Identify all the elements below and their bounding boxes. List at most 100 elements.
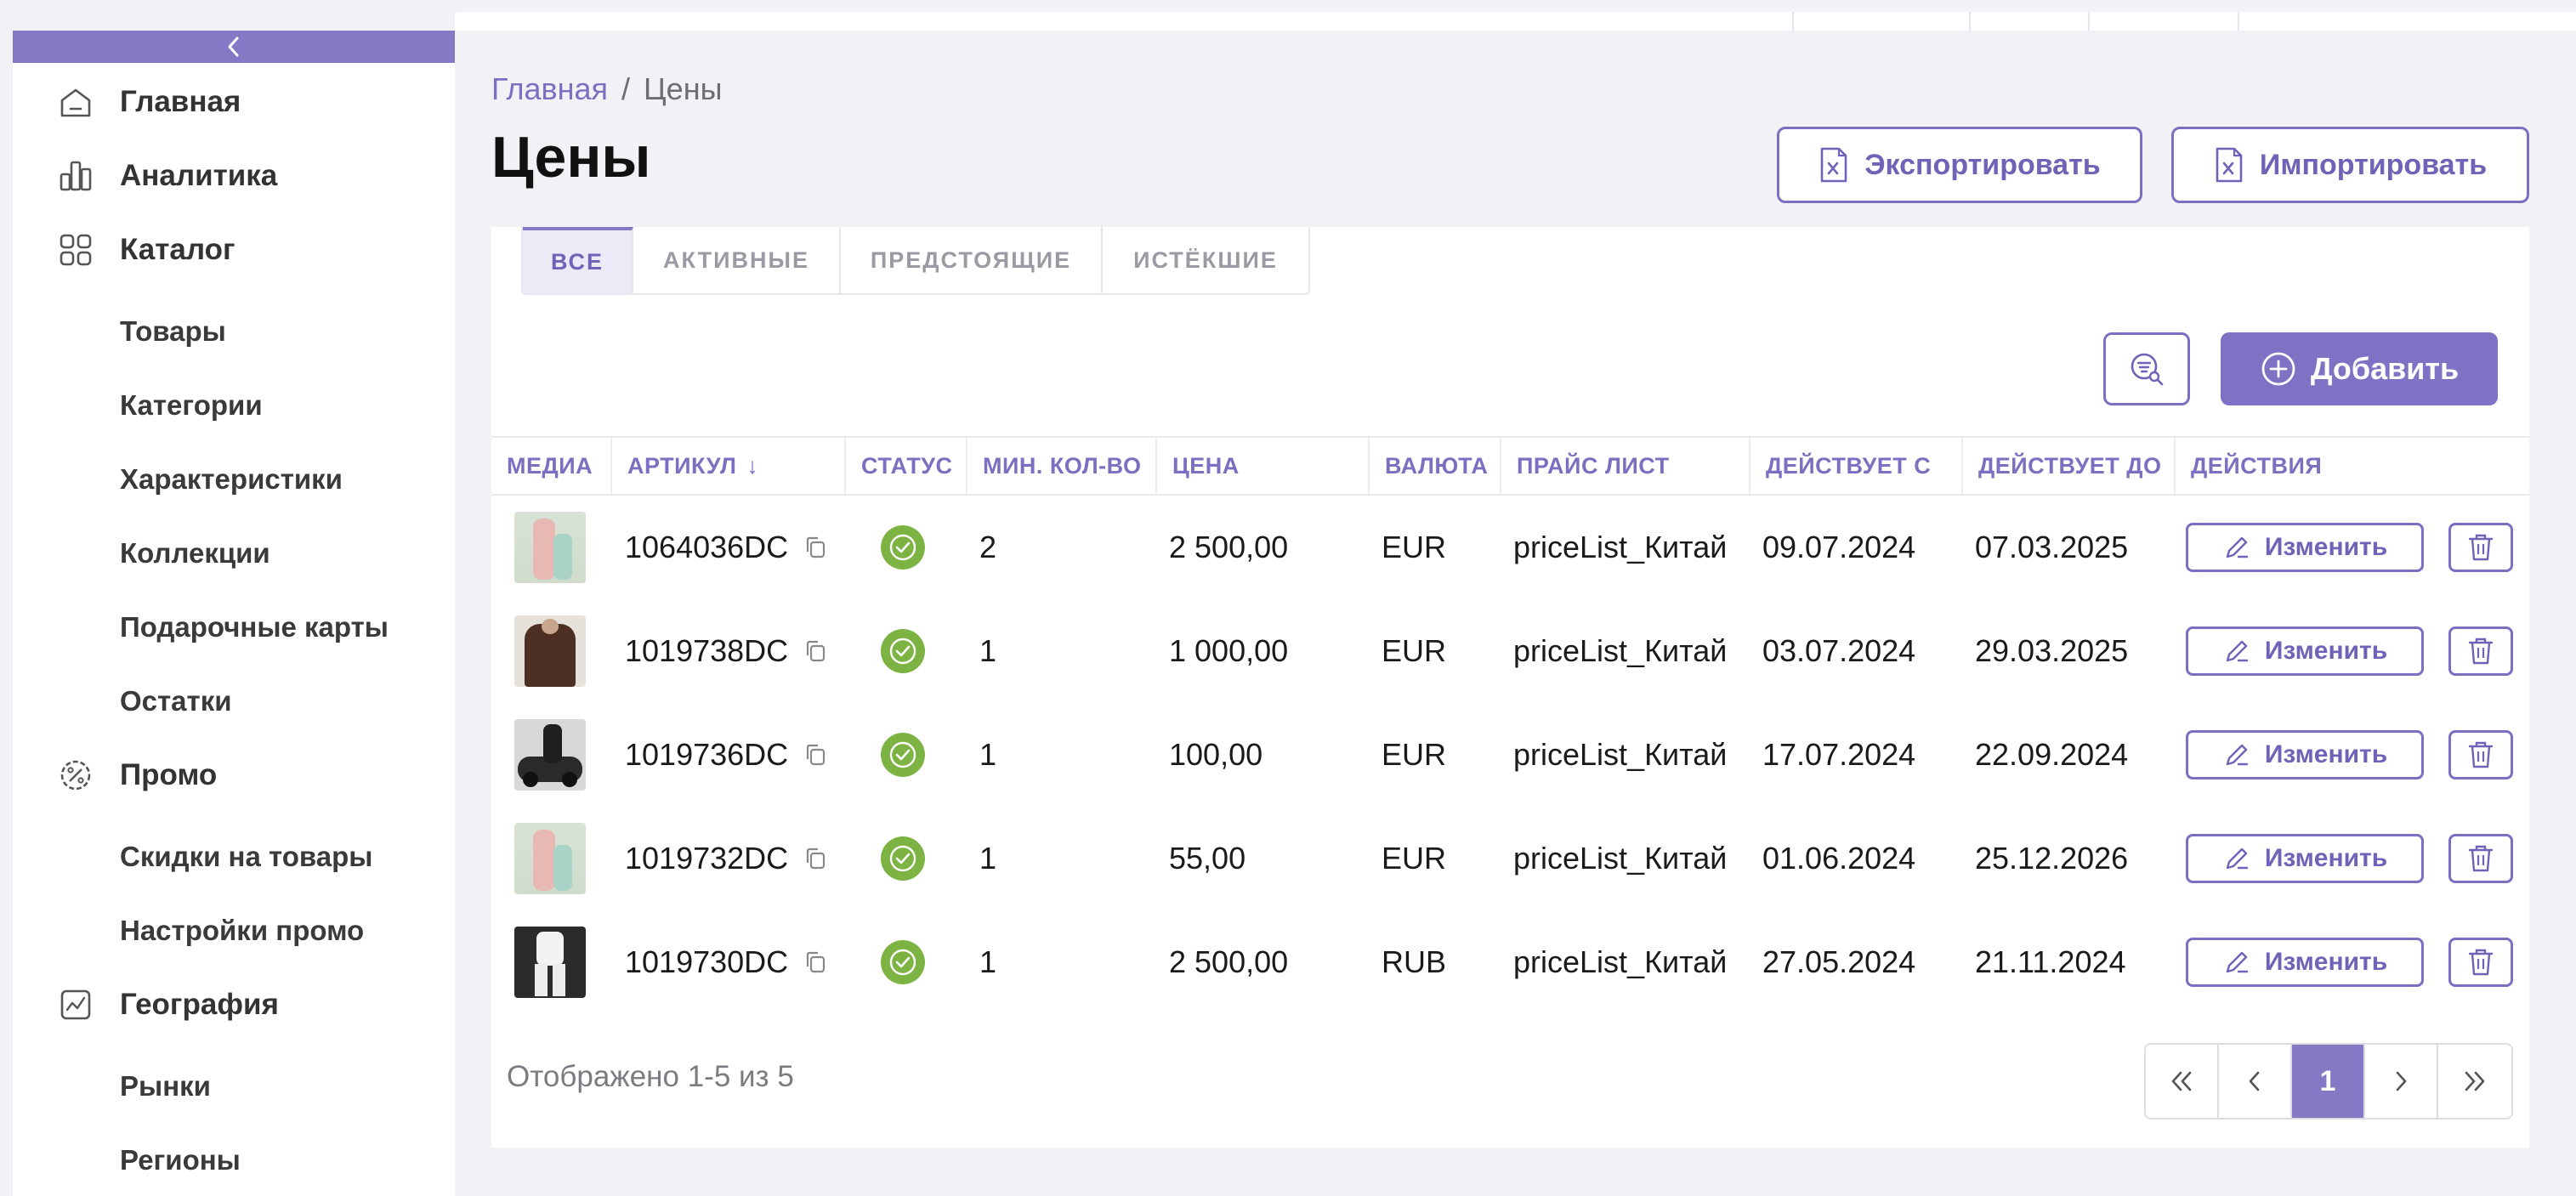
valid-from-cell: 09.07.2024 xyxy=(1762,496,1915,599)
sku-text: 1019738DC xyxy=(625,633,788,669)
product-thumbnail[interactable] xyxy=(514,927,586,998)
column-header-status: СТАТУС xyxy=(844,438,966,494)
double-chevron-right-icon xyxy=(2460,1068,2489,1094)
tab-upcoming[interactable]: ПРЕДСТОЯЩИЕ xyxy=(841,227,1103,293)
price-list-cell: priceList_Китай xyxy=(1513,599,1727,703)
sidebar-item-characteristics[interactable]: Характеристики xyxy=(13,445,455,513)
last-page-button[interactable] xyxy=(2438,1045,2511,1118)
sidebar-item-label: Настройки промо xyxy=(120,915,364,947)
valid-to-cell: 25.12.2026 xyxy=(1975,807,2128,910)
copy-icon[interactable] xyxy=(803,949,827,975)
media-cell xyxy=(514,910,586,1014)
product-thumbnail[interactable] xyxy=(514,512,586,583)
bar-chart-icon xyxy=(55,156,96,196)
product-thumbnail[interactable] xyxy=(514,615,586,687)
delete-button[interactable] xyxy=(2448,523,2513,572)
column-header-price: ЦЕНА xyxy=(1155,438,1368,494)
sidebar-item-gift-cards[interactable]: Подарочные карты xyxy=(13,593,455,661)
table-row[interactable]: 1019738DC 1 1 000,00 EUR priceList_Китай… xyxy=(491,599,2529,703)
sidebar-item-promo-settings[interactable]: Настройки промо xyxy=(13,897,455,965)
column-header-actions: ДЕЙСТВИЯ xyxy=(2174,438,2529,494)
sidebar-item-label: Подарочные карты xyxy=(120,611,389,643)
sidebar-item-stock[interactable]: Остатки xyxy=(13,667,455,735)
copy-icon[interactable] xyxy=(803,535,827,560)
page-number-button[interactable]: 1 xyxy=(2292,1045,2365,1118)
sidebar-item-analytics[interactable]: Аналитика xyxy=(13,142,455,210)
edit-button[interactable]: Изменить xyxy=(2186,834,2424,883)
valid-to-cell: 21.11.2024 xyxy=(1975,910,2126,1014)
edit-button-label: Изменить xyxy=(2265,948,2387,977)
sku-cell: 1019732DC xyxy=(625,807,827,910)
column-header-min-qty: МИН. КОЛ-ВО xyxy=(966,438,1155,494)
sku-cell: 1019738DC xyxy=(625,599,827,703)
table-row[interactable]: 1019732DC 1 55,00 EUR priceList_Китай 01… xyxy=(491,807,2529,910)
tab-active[interactable]: АКТИВНЫЕ xyxy=(633,227,841,293)
percent-gear-icon xyxy=(55,755,96,796)
copy-icon[interactable] xyxy=(803,742,827,768)
sku-cell: 1064036DC xyxy=(625,496,827,599)
sidebar-item-geography[interactable]: География xyxy=(13,971,455,1039)
sort-desc-icon: ↓ xyxy=(746,453,758,479)
tab-all[interactable]: ВСЕ xyxy=(523,227,633,293)
edit-button[interactable]: Изменить xyxy=(2186,523,2424,572)
column-header-currency: ВАЛЮТА xyxy=(1368,438,1500,494)
edit-button[interactable]: Изменить xyxy=(2186,938,2424,987)
sidebar-item-categories[interactable]: Категории xyxy=(13,371,455,439)
product-thumbnail[interactable] xyxy=(514,823,586,894)
currency-cell: RUB xyxy=(1382,910,1446,1014)
sidebar-item-home[interactable]: Главная xyxy=(13,68,455,136)
pencil-icon xyxy=(2222,844,2251,873)
sidebar-item-catalog[interactable]: Каталог xyxy=(13,216,455,284)
column-header-price-list: ПРАЙС ЛИСТ xyxy=(1500,438,1749,494)
breadcrumb-home-link[interactable]: Главная xyxy=(491,71,608,106)
table-header: МЕДИА АРТИКУЛ ↓ СТАТУС МИН. КОЛ-ВО ЦЕНА … xyxy=(491,436,2529,496)
sidebar-item-regions[interactable]: Регионы xyxy=(13,1126,455,1194)
tab-expired[interactable]: ИСТЁКШИЕ xyxy=(1103,227,1308,293)
sidebar-item-markets[interactable]: Рынки xyxy=(13,1052,455,1120)
breadcrumb-current: Цены xyxy=(644,71,722,106)
valid-from-cell: 03.07.2024 xyxy=(1762,599,1915,703)
sidebar-item-products[interactable]: Товары xyxy=(13,298,455,366)
product-thumbnail[interactable] xyxy=(514,719,586,791)
sidebar-item-collections[interactable]: Коллекции xyxy=(13,519,455,587)
sidebar-item-label: Аналитика xyxy=(120,159,277,193)
media-cell xyxy=(514,496,586,599)
valid-from-cell: 27.05.2024 xyxy=(1762,910,1915,1014)
column-header-media: МЕДИА xyxy=(491,438,610,494)
price-list-cell: priceList_Китай xyxy=(1513,496,1727,599)
export-button[interactable]: Экспортировать xyxy=(1777,127,2142,203)
status-active-icon xyxy=(881,940,925,984)
sidebar-item-promo[interactable]: Промо xyxy=(13,741,455,809)
delete-button[interactable] xyxy=(2448,834,2513,883)
column-header-sku[interactable]: АРТИКУЛ ↓ xyxy=(610,438,844,494)
first-page-button[interactable] xyxy=(2146,1045,2219,1118)
import-button[interactable]: Импортировать xyxy=(2171,127,2529,203)
min-qty-cell: 1 xyxy=(979,910,996,1014)
copy-icon[interactable] xyxy=(803,638,827,664)
top-divider xyxy=(2088,12,2090,31)
results-summary: Отображено 1-5 из 5 xyxy=(507,1060,794,1094)
valid-from-cell: 17.07.2024 xyxy=(1762,703,1915,807)
double-chevron-left-icon xyxy=(2167,1068,2196,1094)
delete-button[interactable] xyxy=(2448,730,2513,779)
sidebar-item-product-discounts[interactable]: Скидки на товары xyxy=(13,823,455,891)
sidebar-item-label: Рынки xyxy=(120,1070,211,1102)
table-row[interactable]: 1064036DC 2 2 500,00 EUR priceList_Китай… xyxy=(491,496,2529,599)
media-cell xyxy=(514,703,586,807)
edit-button[interactable]: Изменить xyxy=(2186,730,2424,779)
sidebar-collapse-button[interactable] xyxy=(13,31,455,63)
table-row[interactable]: 1019736DC 1 100,00 EUR priceList_Китай 1… xyxy=(491,703,2529,807)
filter-search-button[interactable] xyxy=(2103,332,2190,405)
sku-text: 1019736DC xyxy=(625,737,788,773)
next-page-button[interactable] xyxy=(2365,1045,2438,1118)
sidebar-item-label: Каталог xyxy=(120,233,235,267)
copy-icon[interactable] xyxy=(803,846,827,871)
status-cell xyxy=(881,703,925,807)
edit-button[interactable]: Изменить xyxy=(2186,626,2424,676)
delete-button[interactable] xyxy=(2448,626,2513,676)
page-title: Цены xyxy=(491,124,650,190)
delete-button[interactable] xyxy=(2448,938,2513,987)
previous-page-button[interactable] xyxy=(2219,1045,2292,1118)
add-button[interactable]: Добавить xyxy=(2221,332,2498,405)
table-row[interactable]: 1019730DC 1 2 500,00 RUB priceList_Китай… xyxy=(491,910,2529,1014)
